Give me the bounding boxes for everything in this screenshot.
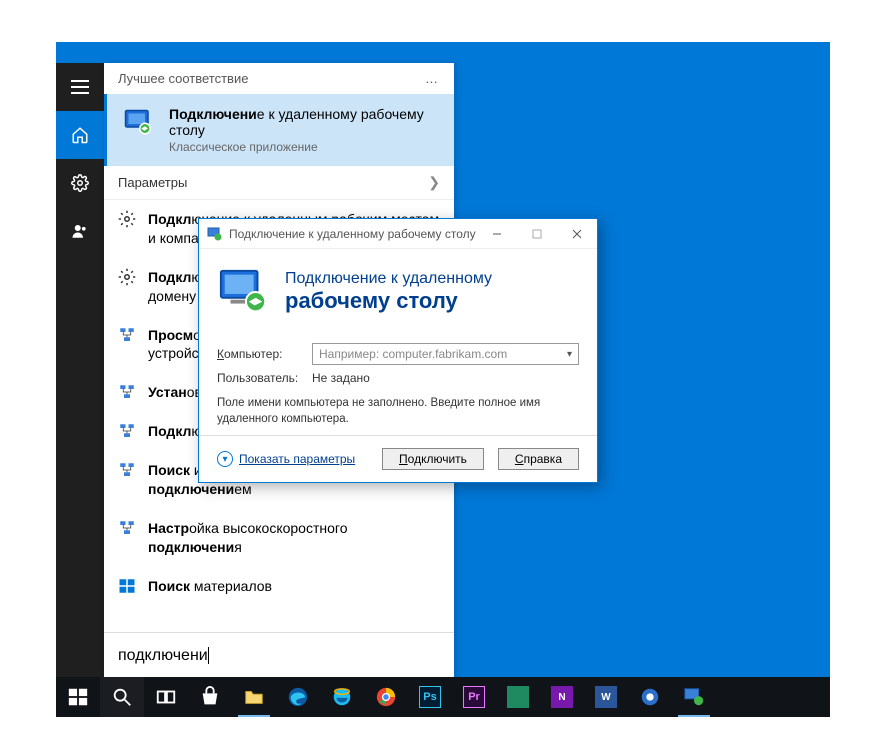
word-icon: W — [595, 686, 617, 708]
rdp-dialog: Подключение к удаленному рабочему столу … — [198, 218, 598, 483]
rdp-footer: ▾ Показать параметры Подключить Справка — [199, 435, 597, 482]
taskbar-photoshop[interactable]: Ps — [408, 677, 452, 717]
edge-icon — [287, 686, 309, 708]
search-icon — [111, 686, 133, 708]
user-value: Не задано — [312, 371, 370, 385]
help-button[interactable]: Справка — [498, 448, 579, 470]
expand-down-icon: ▾ — [217, 451, 233, 467]
rdp-banner: Подключение к удаленному рабочему столу — [199, 249, 597, 329]
result-text: Настройка высокоскоростного подключения — [148, 519, 440, 557]
people-icon — [71, 222, 89, 240]
rdp-form: Компьютер: Например: computer.fabrikam.c… — [199, 329, 597, 435]
ie-icon — [331, 686, 353, 708]
taskbar-store[interactable] — [188, 677, 232, 717]
rdp-taskbar-icon — [683, 686, 705, 708]
taskbar-onenote[interactable]: N — [540, 677, 584, 717]
show-options-link[interactable]: ▾ Показать параметры — [217, 451, 355, 467]
computer-placeholder: Например: computer.fabrikam.com — [319, 347, 507, 361]
form-hint: Поле имени компьютера не заполнено. Введ… — [217, 395, 579, 427]
rdp-window-title: Подключение к удаленному рабочему столу — [229, 227, 476, 241]
taskbar-premiere[interactable]: Pr — [452, 677, 496, 717]
computer-combo[interactable]: Например: computer.fabrikam.com ▾ — [312, 343, 579, 365]
minimize-icon — [492, 229, 502, 239]
rdp-small-icon — [207, 226, 223, 242]
best-match-label: Лучшее соответствие — [118, 71, 248, 86]
search-result-item[interactable]: Поиск материалов — [104, 567, 454, 606]
photoshop-icon: Ps — [419, 686, 441, 708]
connect-button[interactable]: Подключить — [382, 448, 484, 470]
search-input[interactable]: подключени — [104, 632, 454, 679]
network-icon — [118, 519, 136, 537]
computer-label: Компьютер: — [217, 347, 302, 361]
rdp-app-icon — [121, 106, 157, 142]
taskbar-explorer[interactable] — [232, 677, 276, 717]
network-icon — [118, 383, 136, 401]
taskbar-chrome[interactable] — [364, 677, 408, 717]
best-match-item[interactable]: Подключение к удаленному рабочему столу … — [104, 94, 454, 166]
taskbar-ie[interactable] — [320, 677, 364, 717]
rdp-banner-line1: Подключение к удаленному — [285, 270, 492, 288]
windows-logo-icon — [67, 686, 89, 708]
maximize-icon — [532, 229, 542, 239]
taskbar: Ps Pr N W — [56, 677, 830, 717]
network-icon — [118, 461, 136, 479]
best-match-header: Лучшее соответствие … — [104, 63, 454, 94]
windows-icon — [118, 577, 136, 595]
app-icon — [507, 686, 529, 708]
taskbar-rdp[interactable] — [672, 677, 716, 717]
home-button[interactable] — [56, 111, 104, 159]
network-icon — [118, 422, 136, 440]
close-button[interactable] — [557, 219, 597, 249]
more-button[interactable]: … — [425, 71, 440, 86]
task-view-button[interactable] — [144, 677, 188, 717]
home-icon — [71, 126, 89, 144]
gear-icon — [118, 210, 136, 228]
chrome-icon — [375, 686, 397, 708]
folder-icon — [243, 686, 265, 708]
rdp-banner-icon — [217, 265, 271, 319]
onenote-icon: N — [551, 686, 573, 708]
taskbar-edge[interactable] — [276, 677, 320, 717]
taskbar-app2[interactable] — [628, 677, 672, 717]
user-label: Пользователь: — [217, 371, 302, 385]
params-label: Параметры — [118, 175, 187, 190]
taskbar-search[interactable] — [100, 677, 144, 717]
app2-icon — [639, 686, 661, 708]
rdp-titlebar[interactable]: Подключение к удаленному рабочему столу — [199, 219, 597, 249]
people-button[interactable] — [56, 207, 104, 255]
gear-icon — [71, 174, 89, 192]
premiere-icon: Pr — [463, 686, 485, 708]
taskbar-app1[interactable] — [496, 677, 540, 717]
chevron-down-icon: ▾ — [563, 349, 576, 360]
task-view-icon — [155, 686, 177, 708]
hamburger-icon — [71, 80, 89, 94]
search-result-item[interactable]: Настройка высокоскоростного подключения — [104, 509, 454, 567]
chevron-right-icon: ❯ — [428, 174, 440, 191]
maximize-button[interactable] — [517, 219, 557, 249]
settings-button[interactable] — [56, 159, 104, 207]
start-button[interactable] — [56, 677, 100, 717]
best-match-text: Подключение к удаленному рабочему столу … — [169, 106, 440, 154]
params-section[interactable]: Параметры ❯ — [104, 166, 454, 200]
hamburger-button[interactable] — [56, 63, 104, 111]
network-icon — [118, 326, 136, 344]
taskbar-word[interactable]: W — [584, 677, 628, 717]
result-text: Поиск материалов — [148, 577, 272, 596]
store-icon — [199, 686, 221, 708]
rdp-banner-line2: рабочему столу — [285, 288, 492, 314]
close-icon — [572, 229, 582, 239]
start-sidebar — [56, 63, 104, 679]
gear-icon — [118, 268, 136, 286]
minimize-button[interactable] — [477, 219, 517, 249]
